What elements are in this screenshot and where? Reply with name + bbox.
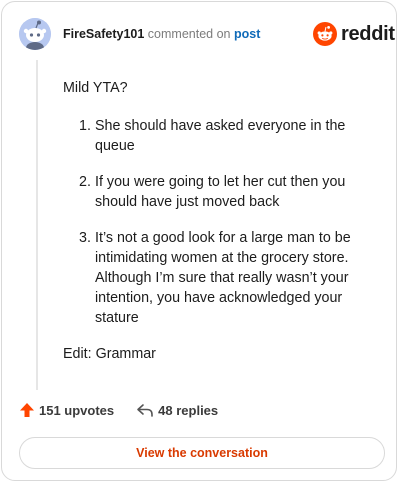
list-number: 1. (79, 118, 91, 134)
thread-line (36, 60, 38, 390)
upvote-stat[interactable]: 151 upvotes (19, 402, 114, 418)
reddit-alien-icon (313, 22, 337, 46)
upvote-arrow-icon (20, 403, 34, 417)
list-item-text: If you were going to let her cut then yo… (95, 174, 346, 210)
list-item-text: She should have asked everyone in the qu… (95, 118, 346, 154)
reply-stat[interactable]: 48 replies (136, 402, 218, 418)
list-item-text: It’s not a good look for a large man to … (95, 230, 351, 326)
list-item: 3. It’s not a good look for a large man … (63, 228, 388, 328)
comment-action-text: commented on (147, 27, 231, 41)
user-avatar[interactable] (19, 18, 51, 50)
comment-body: Mild YTA? 1. She should have asked every… (63, 78, 388, 364)
edit-note: Edit: Grammar (63, 346, 156, 362)
reddit-wordmark: reddit (341, 22, 395, 45)
upvote-count: 151 upvotes (39, 402, 115, 418)
list-number: 2. (79, 174, 91, 190)
reply-count: 48 replies (158, 402, 219, 418)
comment-intro: Mild YTA? (63, 80, 128, 96)
post-link[interactable]: post (234, 27, 260, 41)
view-conversation-button[interactable]: View the conversation (19, 437, 385, 469)
comment-card: FireSafety101 commented on post reddit M… (1, 1, 397, 481)
comment-list: 1. She should have asked everyone in the… (63, 116, 388, 328)
comment-header: FireSafety101 commented on post (63, 27, 260, 41)
username-link[interactable]: FireSafety101 (63, 27, 144, 41)
snoo-avatar-icon (19, 18, 51, 50)
list-number: 3. (79, 230, 91, 246)
reddit-logo[interactable]: reddit (313, 22, 395, 46)
reply-arrow-icon (137, 404, 153, 417)
list-item: 2. If you were going to let her cut then… (63, 172, 388, 212)
list-item: 1. She should have asked everyone in the… (63, 116, 388, 156)
comment-footer: 151 upvotes 48 replies (19, 402, 218, 418)
